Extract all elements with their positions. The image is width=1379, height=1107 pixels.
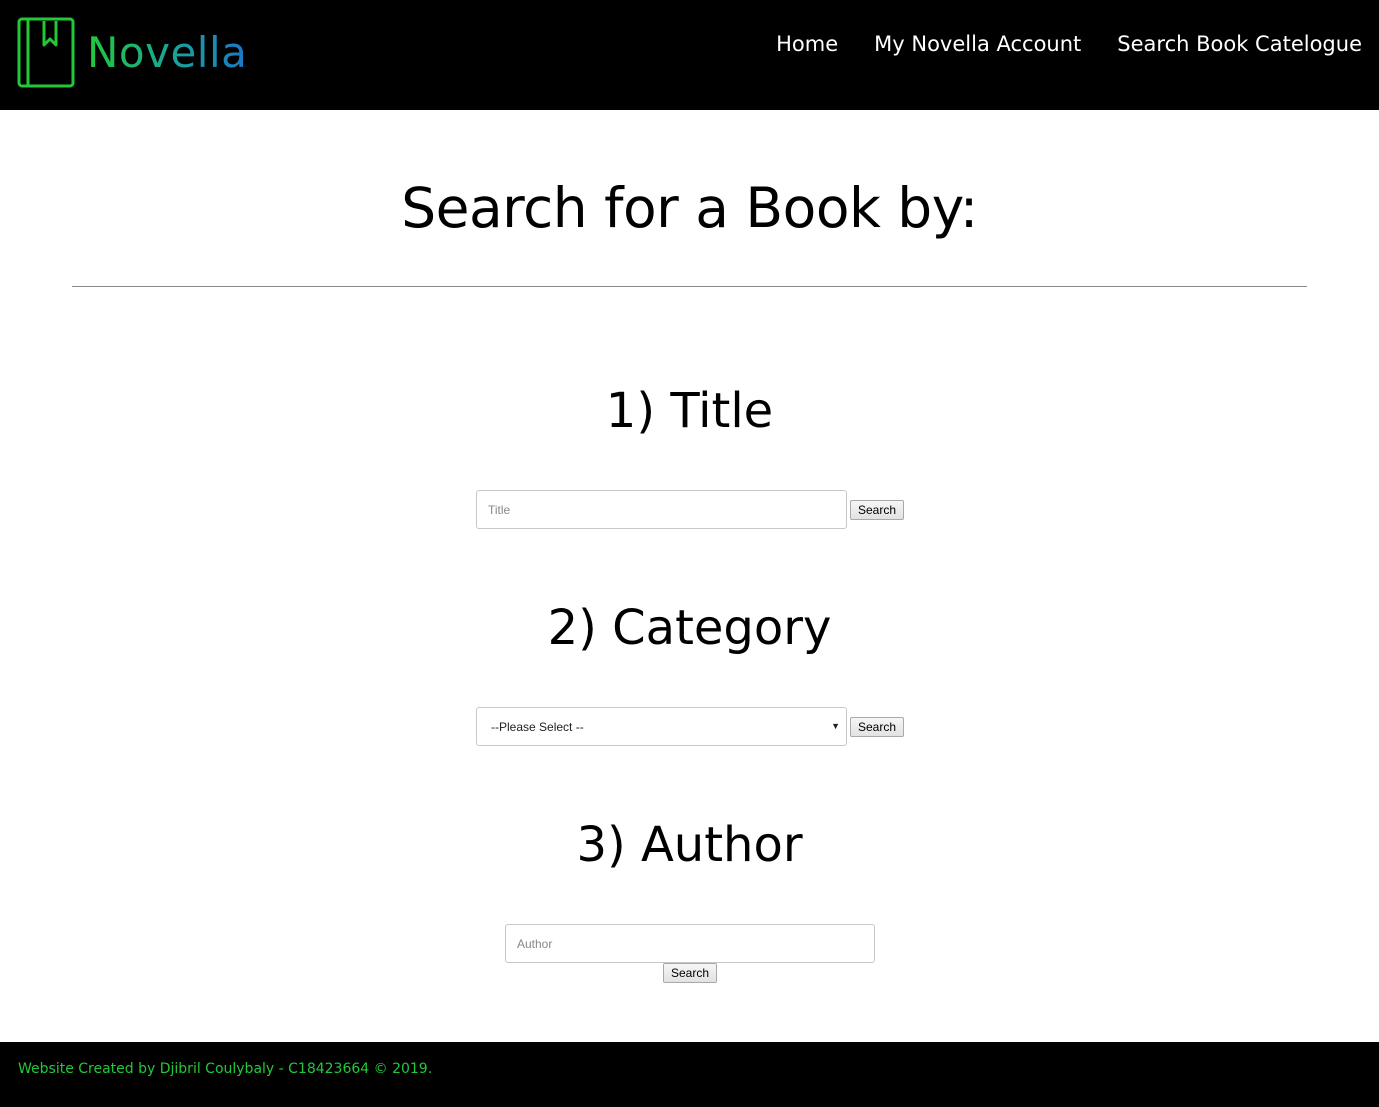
category-search-button[interactable]: Search xyxy=(850,717,904,737)
section-divider xyxy=(72,286,1307,287)
site-footer: Website Created by Djibril Coulybaly - C… xyxy=(0,1042,1379,1107)
author-search-button[interactable]: Search xyxy=(663,963,717,983)
footer-credit: Website Created by Djibril Coulybaly - C… xyxy=(18,1061,433,1077)
category-select-value: --Please Select -- xyxy=(491,719,584,734)
nav-home[interactable]: Home xyxy=(776,32,838,56)
category-select[interactable]: --Please Select -- ▼ xyxy=(476,707,847,746)
title-section-heading: 1) Title xyxy=(605,383,774,439)
category-section-heading: 2) Category xyxy=(547,600,832,656)
author-search-input[interactable] xyxy=(505,924,875,963)
title-search-button[interactable]: Search xyxy=(850,500,904,520)
title-search-input[interactable] xyxy=(476,490,847,529)
book-logo-icon xyxy=(17,17,75,88)
nav-search-catalogue[interactable]: Search Book Catelogue xyxy=(1117,32,1362,56)
main-nav: Home My Novella Account Search Book Cate… xyxy=(776,32,1362,56)
caret-down-icon: ▼ xyxy=(831,721,840,731)
logo-text: Novella xyxy=(87,28,248,77)
page-title: Search for a Book by: xyxy=(401,176,978,240)
nav-my-account[interactable]: My Novella Account xyxy=(874,32,1081,56)
logo-link[interactable]: Novella xyxy=(17,17,247,89)
author-section-heading: 3) Author xyxy=(576,817,803,873)
site-header: Novella Home My Novella Account Search B… xyxy=(0,0,1379,110)
